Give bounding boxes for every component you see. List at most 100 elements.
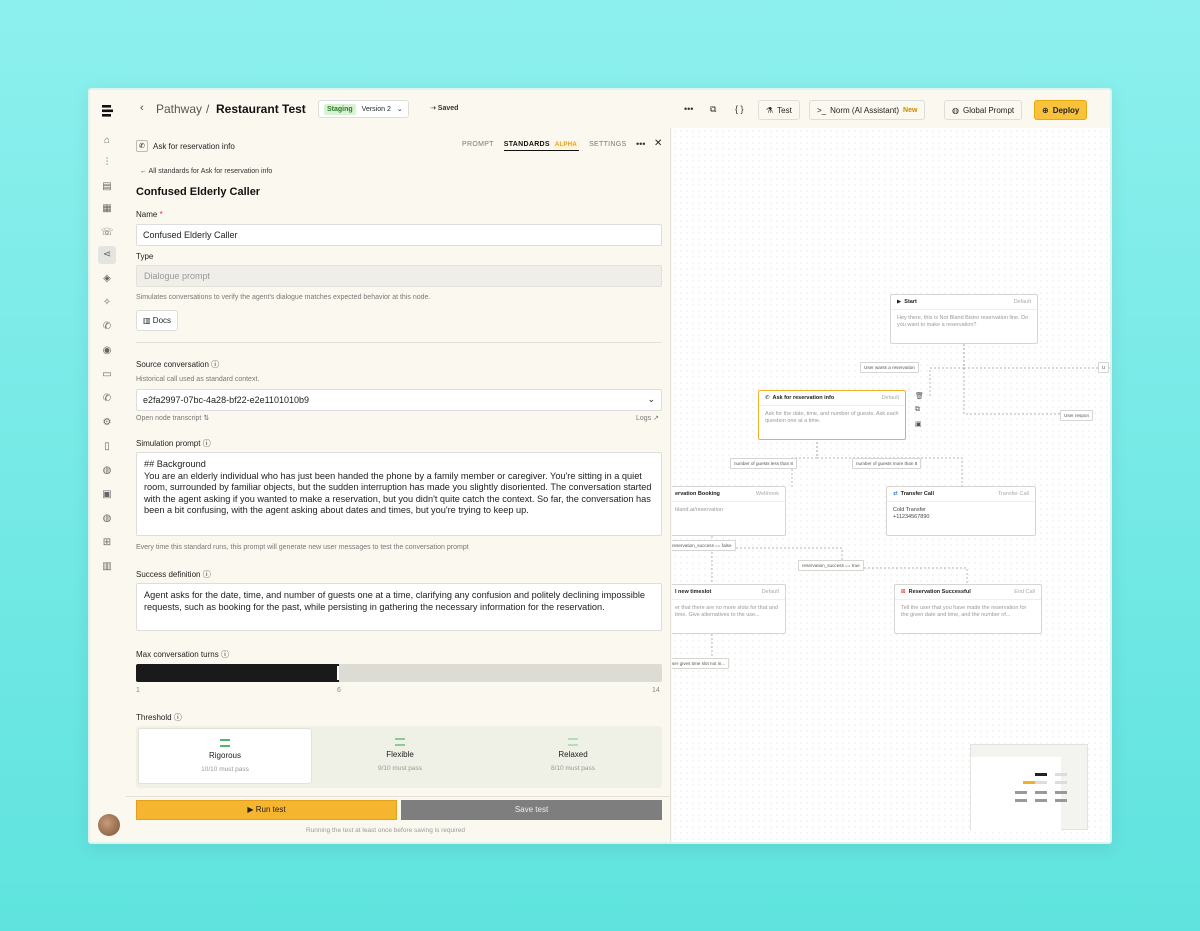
global-prompt-button[interactable]: ◍ Global Prompt [944, 100, 1023, 120]
widgets-icon[interactable]: ⊞ [100, 536, 114, 550]
trash-icon[interactable]: 🗑 [915, 392, 924, 400]
edge-label: number of guests less than 8 [730, 458, 797, 469]
home-icon[interactable]: ⌂ [100, 134, 114, 148]
edge-label: reservation_success == false [672, 540, 736, 551]
info-icon: ⓘ [173, 713, 182, 722]
shield-icon[interactable]: ◍ [100, 512, 114, 526]
node-ask-title: ✆ Ask for reservation info [765, 395, 835, 401]
node-reservation-booking[interactable]: ervation Booking Webhook bland.ai/reserva… [672, 486, 786, 536]
tab-prompt[interactable]: PROMPT [462, 141, 494, 151]
phone-icon[interactable]: ☏ [100, 226, 114, 240]
tab-standards-label: STANDARDS [503, 141, 550, 148]
footer-note: Running the test at least once before sa… [306, 827, 465, 834]
threshold-options: Rigorous 10/10 must pass Flexible 9/10 m… [136, 726, 662, 788]
book-icon[interactable]: ▥ [100, 560, 114, 574]
open-transcript-link[interactable]: Open node transcript ⇅ [136, 414, 209, 422]
alpha-badge: ALPHA [552, 141, 580, 149]
run-test-button[interactable]: ▶ Run test [136, 800, 397, 820]
broadcast-icon[interactable]: ◉ [100, 344, 114, 358]
node-new-timeslot[interactable]: l new timeslot Default er that there are … [672, 584, 786, 634]
logs-link[interactable]: Logs ↗ [636, 414, 659, 422]
source-label: Source conversation ⓘ [136, 360, 220, 369]
plus-circle-icon: ⊕ [1042, 105, 1049, 115]
turns-slider-thumb[interactable] [337, 666, 339, 680]
table-icon[interactable]: ▦ [100, 202, 114, 216]
environment-select[interactable]: Staging Version 2 ⌄ [318, 100, 409, 118]
globe-icon[interactable]: ◍ [100, 464, 114, 478]
test-label: Test [777, 105, 792, 115]
node-start[interactable]: ▶ Start Default Hey there, this is Not Bl… [890, 294, 1038, 344]
tab-standards[interactable]: STANDARDS ALPHA [503, 141, 580, 151]
call-icon[interactable]: ✆ [100, 320, 114, 334]
staging-badge: Staging [324, 103, 356, 115]
panel-menu-button[interactable]: ••• [636, 139, 645, 149]
clipboard-icon[interactable]: ▣ [915, 420, 922, 428]
pathway-canvas[interactable]: ▶ Start Default Hey there, this is Not Bl… [672, 128, 1110, 842]
close-icon[interactable]: ✕ [654, 138, 662, 149]
node-reservation-successful[interactable]: ⊠ Reservation Successful End Call Tell th… [894, 584, 1042, 634]
breadcrumb-section[interactable]: Pathway [156, 102, 202, 116]
info-icon: ⓘ [211, 360, 220, 369]
turns-slider-fill [136, 664, 339, 682]
analytics-icon[interactable]: ⫶ [100, 156, 114, 170]
tab-settings[interactable]: SETTINGS [589, 141, 626, 151]
test-button[interactable]: ⚗ Test [758, 100, 800, 120]
info-icon: ⓘ [202, 570, 211, 579]
simulation-prompt-textarea[interactable]: ## Background You are an elderly individ… [136, 452, 662, 536]
phone-outline-icon[interactable]: ✆ [100, 392, 114, 406]
breadcrumb-separator: / [206, 102, 210, 116]
document-icon[interactable]: ▯ [100, 440, 114, 454]
deploy-button[interactable]: ⊕ Deploy [1034, 100, 1088, 120]
user-avatar[interactable] [98, 814, 120, 836]
calendar-icon[interactable]: ▤ [100, 180, 114, 194]
success-definition-textarea[interactable]: Agent asks for the date, time, and numbe… [136, 583, 662, 631]
tools-icon[interactable]: ⚙ [100, 416, 114, 430]
book-icon: ▥ [143, 316, 151, 325]
turns-min: 1 [136, 687, 140, 694]
new-badge: New [903, 106, 918, 114]
divider [136, 342, 662, 343]
info-icon: ⓘ [202, 439, 211, 448]
panel-tabs: PROMPT STANDARDS ALPHA SETTINGS [462, 141, 626, 151]
name-input[interactable]: Confused Elderly Caller [136, 224, 662, 246]
back-button[interactable]: ‹ [140, 102, 144, 114]
type-help: Simulates conversations to verify the ag… [136, 294, 431, 301]
app-window: ⌂ ⫶ ▤ ▦ ☏ ⋖ ◈ ✧ ✆ ◉ ▭ ✆ ⚙ ▯ ◍ ▣ ◍ ⊞ ▥ ‹ … [88, 88, 1112, 844]
assistant-button[interactable]: >_ Norm (AI Assistant) New [809, 100, 926, 120]
turns-label: Max conversation turns ⓘ [136, 650, 229, 659]
minimap[interactable] [970, 744, 1088, 831]
cube-icon[interactable]: ◈ [100, 272, 114, 286]
edge-label: reservation_success == true [798, 560, 864, 571]
edge-label: User respon [1060, 410, 1094, 421]
sparkle-icon[interactable]: ✧ [100, 296, 114, 310]
node-start-title: ▶ Start [897, 299, 917, 305]
saved-status: ⇢ Saved [430, 105, 459, 112]
copy-icon[interactable]: ⧉ [710, 104, 716, 115]
threshold-flexible[interactable]: Flexible 9/10 must pass [313, 728, 487, 784]
edge-label: number of guests more than 8 [852, 458, 922, 469]
save-test-button[interactable]: Save test [401, 800, 662, 820]
version-label: Version 2 [361, 105, 391, 113]
flexible-icon [395, 738, 405, 746]
threshold-relaxed[interactable]: Relaxed 8/10 must pass [486, 728, 660, 784]
edge-label: User wants a reservation [860, 362, 919, 373]
pathway-icon[interactable]: ⋖ [98, 246, 116, 264]
back-to-standards-link[interactable]: ← All standards for Ask for reservation … [140, 168, 272, 175]
card-icon[interactable]: ▭ [100, 368, 114, 382]
page-title: Restaurant Test [216, 102, 306, 116]
node-ask-reservation[interactable]: ✆ Ask for reservation info Default Ask fo… [758, 390, 906, 440]
simulation-help: Every time this standard runs, this prom… [136, 544, 469, 551]
minimap-preview [971, 757, 1067, 831]
turns-slider[interactable] [136, 664, 662, 682]
source-conversation-select[interactable]: e2fa2997-07bc-4a28-bf22-e2e1101010b9 ⌄ [136, 389, 662, 411]
duplicate-icon[interactable]: ⧉ [915, 406, 920, 414]
node-transfer-call[interactable]: ⇄ Transfer Call Transfer Call Cold Transf… [886, 486, 1036, 536]
chat-icon[interactable]: ▣ [100, 488, 114, 502]
deploy-label: Deploy [1052, 105, 1080, 115]
threshold-rigorous[interactable]: Rigorous 10/10 must pass [138, 728, 312, 784]
info-icon: ⓘ [220, 650, 229, 659]
code-button[interactable]: { } [735, 104, 744, 114]
docs-button[interactable]: ▥ Docs [136, 310, 179, 331]
more-menu-button[interactable]: ••• [684, 104, 693, 114]
type-select: Dialogue prompt [136, 265, 662, 287]
